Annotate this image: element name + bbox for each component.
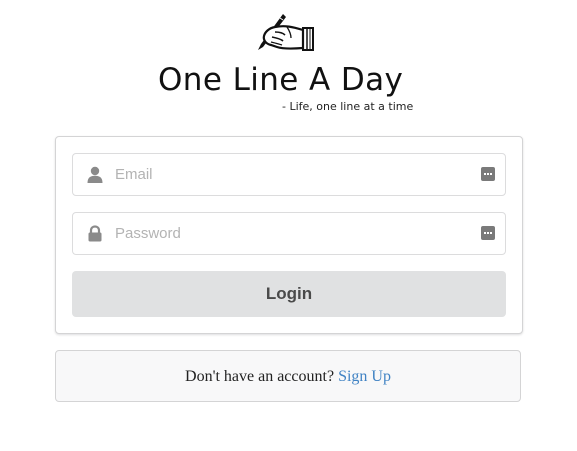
email-input[interactable]: [115, 154, 455, 195]
signup-prompt: Don't have an account?: [185, 368, 335, 385]
password-manager-icon[interactable]: [481, 167, 495, 181]
password-input[interactable]: [115, 213, 455, 254]
app-tagline: - Life, one line at a time: [282, 100, 414, 113]
email-field[interactable]: [72, 153, 506, 196]
password-field[interactable]: [72, 212, 506, 255]
app-title: One Line A Day: [158, 62, 404, 98]
login-button[interactable]: Login: [72, 271, 506, 317]
hand-writing-with-pen-icon: [258, 14, 314, 51]
lock-icon: [88, 225, 102, 242]
signup-message: Don't have an account? Sign Up: [55, 350, 521, 402]
user-icon: [87, 166, 103, 183]
sign-up-link[interactable]: Sign Up: [338, 368, 391, 385]
login-form: Login: [55, 136, 523, 334]
password-manager-icon[interactable]: [481, 226, 495, 240]
